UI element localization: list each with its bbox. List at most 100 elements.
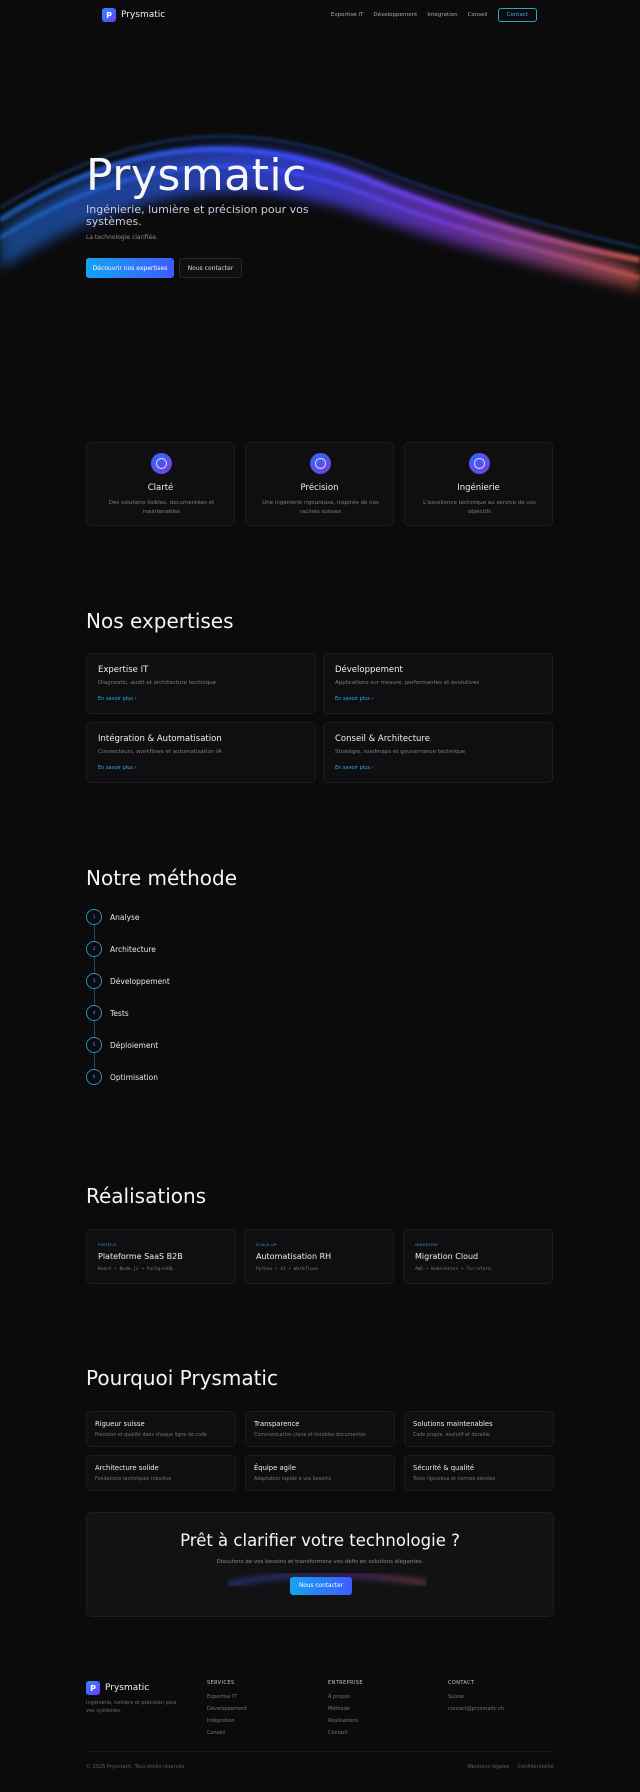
cta-title: Prêt à clarifier votre technologie ? — [180, 1531, 460, 1550]
footer-link[interactable]: Méthode — [328, 1706, 363, 1718]
expertise-desc: Applications sur mesure, performantes et… — [335, 680, 480, 686]
realisation-title: Automatisation RH — [256, 1252, 332, 1261]
step-label: Développement — [110, 976, 170, 986]
why-item-title: Architecture solide — [95, 1464, 159, 1472]
realisation-card[interactable]: SCALE-UP Automatisation RH Python • AI •… — [244, 1229, 394, 1284]
contact-us-button[interactable]: Nous contacter — [179, 258, 242, 278]
brand-name: Prysmatic — [121, 10, 166, 20]
why-item-desc: Adaptation rapide à vos besoins — [254, 1477, 332, 1482]
why-item-desc: Tests rigoureux et normes élevées — [413, 1477, 496, 1482]
realisation-category: INDUSTRIE — [415, 1242, 439, 1247]
value-title: Clarté — [147, 483, 174, 493]
expertise-title: Conseil & Architecture — [335, 734, 430, 744]
chevron-right-icon: › — [371, 696, 374, 702]
footer-location: Suisse — [448, 1694, 465, 1700]
value-desc: Une ingénierie rigoureuse, inspirée de n… — [262, 500, 379, 515]
why-item-title: Solutions maintenables — [413, 1420, 493, 1428]
step-number: 3 — [86, 973, 102, 989]
realisation-stack: AWS • Kubernetes • Terraform — [415, 1267, 491, 1272]
method-step: 1 Analyse — [86, 909, 286, 925]
nav-link-conseil[interactable]: Conseil — [468, 12, 488, 18]
footer-brand-logo[interactable]: P Prysmatic — [86, 1681, 149, 1695]
why-item-desc: Fondations techniques robustes — [95, 1477, 172, 1482]
value-title: Précision — [300, 483, 339, 493]
value-card-ingenierie: Ingénierie L'excellence technique au ser… — [404, 442, 553, 526]
method-step: 5 Déploiement — [86, 1037, 286, 1053]
why-card: Transparence Communication claire et liv… — [245, 1411, 395, 1447]
logo-badge: P — [102, 8, 116, 22]
cta-contact-button[interactable]: Nous contacter — [290, 1577, 352, 1595]
footer-link[interactable]: Contact — [328, 1730, 363, 1742]
expertise-title: Expertise IT — [98, 665, 149, 675]
realisation-stack: Python • AI • Workflows — [256, 1267, 319, 1272]
footer-entreprise: ENTREPRISE À propos Méthode Réalisations… — [328, 1680, 363, 1742]
why-item-desc: Précision et qualité dans chaque ligne d… — [95, 1433, 207, 1438]
footer-link[interactable]: Conseil — [207, 1730, 247, 1742]
expertise-card[interactable]: Conseil & Architecture Stratégie, roadma… — [323, 722, 553, 783]
value-card-clarte: Clarté Des solutions lisibles, documenté… — [86, 442, 235, 526]
why-card: Architecture solide Fondations technique… — [86, 1455, 236, 1491]
footer-link[interactable]: Réalisations — [328, 1718, 363, 1730]
realisation-title: Plateforme SaaS B2B — [98, 1252, 183, 1261]
circle-icon — [310, 453, 331, 474]
expertise-card[interactable]: Intégration & Automatisation Connecteurs… — [86, 722, 316, 783]
nav-contact-button[interactable]: Contact — [497, 8, 537, 22]
brand-logo[interactable]: P Prysmatic — [102, 8, 165, 22]
footer-copyright: © 2025 Prysmatic. Tous droits réservés. — [86, 1764, 186, 1770]
expertise-desc: Connecteurs, workflows et automatisation… — [98, 749, 222, 755]
nav-link-integration[interactable]: Intégration — [427, 12, 457, 18]
cta-desc: Discutons de vos besoins et transformons… — [216, 1559, 424, 1565]
footer-link[interactable]: Intégration — [207, 1718, 247, 1730]
step-number: 6 — [86, 1069, 102, 1085]
step-number: 4 — [86, 1005, 102, 1021]
learn-more-link[interactable]: En savoir plus › — [335, 765, 374, 771]
expertise-desc: Diagnostic, audit et architecture techni… — [98, 680, 217, 686]
learn-more-link[interactable]: En savoir plus › — [98, 696, 137, 702]
chevron-right-icon: › — [134, 765, 137, 771]
footer-link[interactable]: À propos — [328, 1694, 363, 1706]
privacy-link[interactable]: Confidentialité — [517, 1764, 554, 1770]
realisation-title: Migration Cloud — [415, 1252, 479, 1261]
method-step: 2 Architecture — [86, 941, 286, 957]
why-item-title: Sécurité & qualité — [413, 1464, 475, 1472]
expertises-title: Nos expertises — [86, 609, 234, 633]
chevron-right-icon: › — [134, 696, 137, 702]
learn-more-link[interactable]: En savoir plus › — [335, 696, 374, 702]
why-item-title: Rigueur suisse — [95, 1420, 145, 1428]
legal-notice-link[interactable]: Mentions légales — [467, 1764, 509, 1770]
footer-heading: CONTACT — [448, 1680, 475, 1686]
step-number: 5 — [86, 1037, 102, 1053]
why-item-title: Équipe agile — [254, 1464, 296, 1472]
footer-email-link[interactable]: contact@prysmatic.ch — [448, 1706, 504, 1718]
hero-title: Prysmatic — [86, 150, 307, 201]
why-card: Solutions maintenables Code propre, évol… — [404, 1411, 554, 1447]
realisation-card[interactable]: INDUSTRIE Migration Cloud AWS • Kubernet… — [403, 1229, 553, 1284]
footer-heading: SERVICES — [207, 1680, 235, 1686]
cta-panel: Prêt à clarifier votre technologie ? Dis… — [86, 1512, 554, 1617]
footer-link[interactable]: Expertise IT — [207, 1694, 247, 1706]
value-desc: L'excellence technique au service de vos… — [423, 500, 536, 515]
nav-link-expertise[interactable]: Expertise IT — [331, 12, 364, 18]
why-card: Rigueur suisse Précision et qualité dans… — [86, 1411, 236, 1447]
footer-contact: CONTACT Suisse contact@prysmatic.ch — [448, 1680, 504, 1718]
method-title: Notre méthode — [86, 866, 238, 890]
why-item-title: Transparence — [254, 1420, 300, 1428]
expertise-title: Développement — [335, 665, 403, 675]
expertise-title: Intégration & Automatisation — [98, 734, 222, 744]
nav-link-developpement[interactable]: Développement — [373, 12, 417, 18]
expertise-card[interactable]: Développement Applications sur mesure, p… — [323, 653, 553, 714]
expertise-card[interactable]: Expertise IT Diagnostic, audit et archit… — [86, 653, 316, 714]
realisations-title: Réalisations — [86, 1184, 207, 1208]
method-step: 6 Optimisation — [86, 1069, 286, 1085]
learn-more-link[interactable]: En savoir plus › — [98, 765, 137, 771]
footer-services: SERVICES Expertise IT Développement Inté… — [207, 1680, 247, 1742]
chevron-right-icon: › — [371, 765, 374, 771]
discover-expertises-button[interactable]: Découvrir nos expertises — [86, 258, 174, 278]
step-label: Tests — [110, 1008, 129, 1018]
why-card: Sécurité & qualité Tests rigoureux et no… — [404, 1455, 554, 1491]
realisation-category: SCALE-UP — [256, 1242, 278, 1247]
value-desc: Des solutions lisibles, documentées et m… — [108, 500, 215, 515]
footer-link[interactable]: Développement — [207, 1706, 247, 1718]
expertise-desc: Stratégie, roadmaps et gouvernance techn… — [335, 749, 466, 755]
realisation-card[interactable]: FINTECH Plateforme SaaS B2B React • Node… — [86, 1229, 236, 1284]
